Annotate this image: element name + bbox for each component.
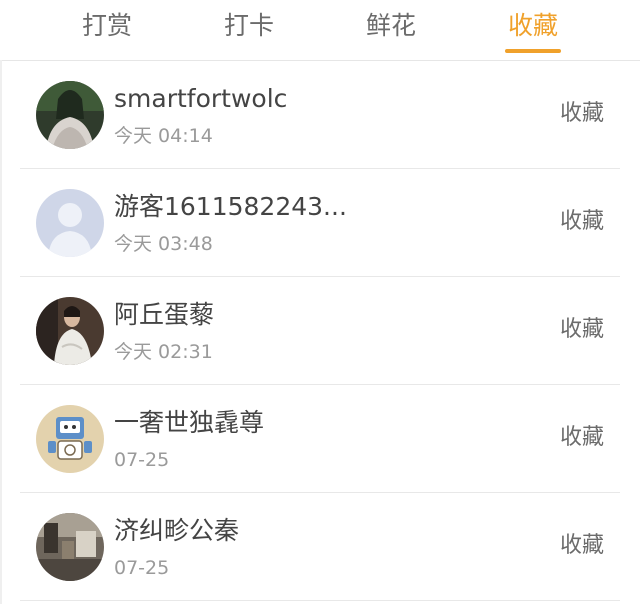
favorite-label[interactable]: 收藏	[560, 423, 604, 453]
favorite-label[interactable]: 收藏	[560, 207, 604, 237]
favorite-time: 今天 04:14	[114, 125, 213, 147]
favorite-time: 07-25	[114, 557, 170, 579]
user-avatar[interactable]	[36, 189, 104, 257]
favorite-time: 今天 03:48	[114, 233, 213, 255]
tab-checkin[interactable]: 打卡	[204, 4, 294, 48]
user-name: 阿丘蛋藜	[114, 300, 215, 329]
user-name: 游客1611582243...	[114, 192, 347, 221]
list-item[interactable]: 阿丘蛋藜 今天 02:31 收藏	[0, 277, 640, 385]
favorite-time: 07-25	[114, 449, 170, 471]
tab-flowers[interactable]: 鲜花	[346, 4, 436, 48]
favorite-label[interactable]: 收藏	[560, 531, 604, 561]
tab-bar: 打赏 打卡 鲜花 收藏	[0, 0, 640, 61]
favorite-label[interactable]: 收藏	[560, 315, 604, 345]
list-item[interactable]: 一奢世独毳尊 07-25 收藏	[0, 385, 640, 493]
favorite-time: 今天 02:31	[114, 341, 213, 363]
user-name: smartfortwolc	[114, 84, 288, 113]
tab-favorites[interactable]: 收藏	[488, 4, 578, 48]
tab-reward[interactable]: 打赏	[62, 4, 152, 48]
list-item[interactable]: smartfortwolc 今天 04:14 收藏	[0, 61, 640, 169]
user-avatar[interactable]	[36, 81, 104, 149]
row-divider	[20, 600, 620, 601]
user-avatar[interactable]	[36, 513, 104, 581]
active-tab-indicator	[505, 49, 561, 53]
user-name: 一奢世独毳尊	[114, 408, 265, 437]
list-item[interactable]: 济纠畛公秦 07-25 收藏	[0, 493, 640, 601]
user-avatar[interactable]	[36, 297, 104, 365]
list-item[interactable]: 游客1611582243... 今天 03:48 收藏	[0, 169, 640, 277]
favorite-label[interactable]: 收藏	[560, 99, 604, 129]
user-avatar[interactable]	[36, 405, 104, 473]
user-name: 济纠畛公秦	[114, 516, 240, 545]
